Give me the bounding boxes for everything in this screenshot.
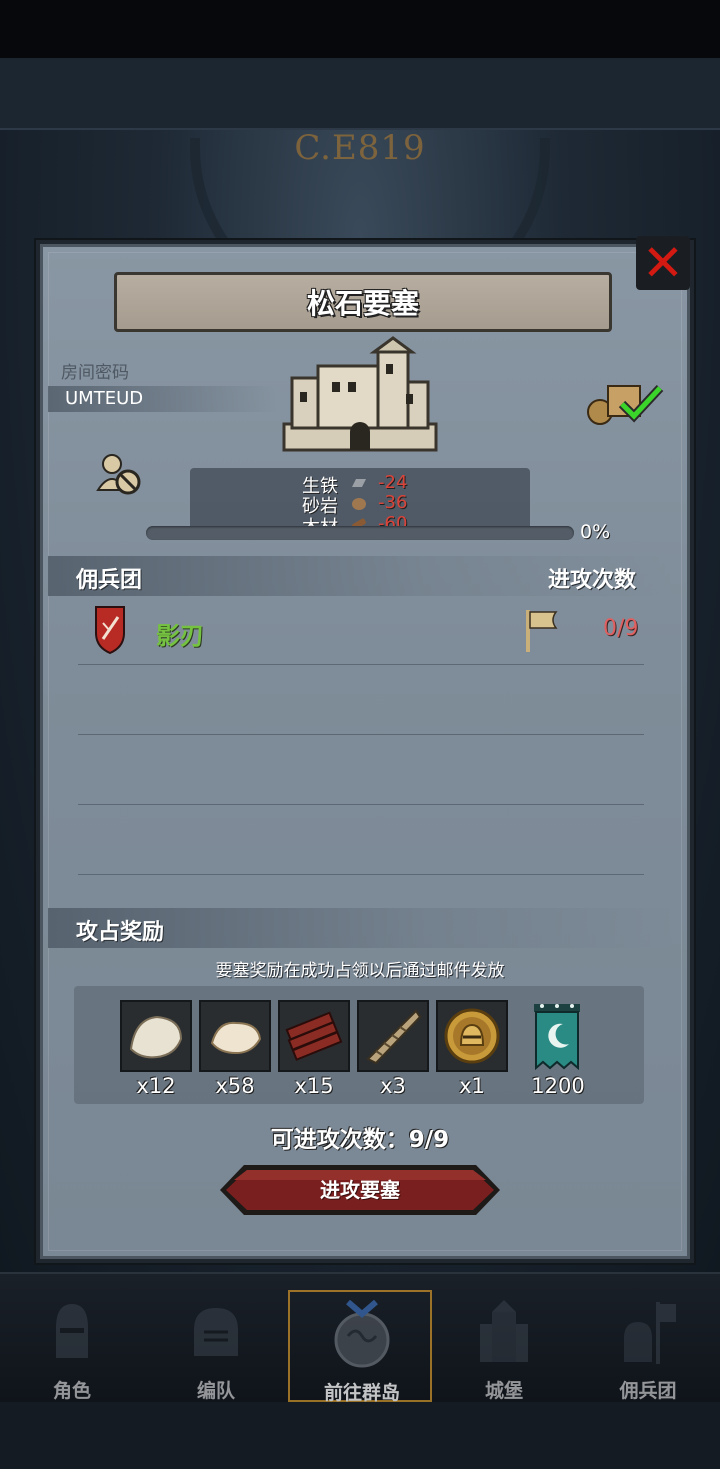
fur-pelt-icon: [129, 1015, 183, 1059]
reward-item-fur[interactable]: [120, 1000, 192, 1072]
nav-label: 编队: [196, 1380, 235, 1402]
available-attacks: 可进攻次数：9/9: [270, 1127, 450, 1153]
formation-helmet-icon: [194, 1308, 238, 1356]
iron-ingot-icon: [352, 479, 366, 487]
banner-warrior-icon: [624, 1302, 676, 1364]
dialog-title-bar: 松石要塞: [114, 272, 612, 332]
capture-progress-text: 0%: [580, 521, 611, 543]
sandstone-icon: [352, 498, 366, 510]
row-divider: [78, 734, 644, 735]
resource-value: -24: [378, 472, 408, 493]
wood-planks-icon: [285, 1011, 343, 1061]
room-password-value[interactable]: UMTEUD: [48, 386, 278, 412]
status-bar: [0, 0, 720, 58]
nav-item-formation[interactable]: 编队: [144, 1290, 288, 1402]
resource-value: -36: [378, 492, 408, 513]
reward-count: x15: [294, 1074, 334, 1098]
reward-item-horn[interactable]: [357, 1000, 429, 1072]
globe-compass-icon: [334, 1300, 390, 1368]
capture-progress-bar: [146, 526, 574, 540]
reward-count: 1200: [531, 1074, 585, 1098]
reward-count: x3: [380, 1074, 406, 1098]
mercenary-name: 影刃: [156, 622, 204, 650]
close-x-icon: ✕: [642, 234, 684, 292]
attack-fortress-label: 进攻要塞: [320, 1178, 400, 1202]
era-label: C.E819: [294, 128, 426, 168]
nav-label: 前往群岛: [323, 1382, 400, 1404]
row-divider: [78, 804, 644, 805]
nav-item-character[interactable]: 角色: [0, 1290, 144, 1402]
guild-shield-icon: [95, 606, 125, 655]
flag-icon: [526, 610, 558, 652]
castle-icon: [282, 336, 438, 452]
room-password-label: 房间密码: [61, 363, 129, 383]
nav-item-mercenary[interactable]: 佣兵团: [576, 1290, 720, 1402]
nav-item-archipelago[interactable]: 前往群岛: [288, 1290, 432, 1404]
nav-item-castle[interactable]: 城堡: [432, 1290, 576, 1402]
castle-nav-icon: [480, 1300, 528, 1362]
reward-count: x1: [459, 1074, 485, 1098]
gold-helmet-medal-icon: [444, 1008, 500, 1064]
mercenary-header: 佣兵团: [76, 568, 143, 593]
attack-count-header: 进攻次数: [548, 568, 637, 593]
supply-check-icon[interactable]: [586, 378, 666, 426]
row-divider: [78, 874, 644, 875]
knight-helmet-icon: [56, 1304, 88, 1358]
resource-row-iron: 生铁 -24: [190, 472, 530, 497]
mercenary-row[interactable]: [48, 600, 674, 662]
nav-label: 城堡: [484, 1380, 523, 1402]
twisted-horn-icon: [366, 1009, 422, 1065]
reward-item-wool[interactable]: [199, 1000, 271, 1072]
close-button[interactable]: ✕: [636, 236, 690, 290]
row-divider: [78, 664, 644, 665]
nav-label: 佣兵团: [619, 1380, 677, 1402]
reward-item-medal[interactable]: [436, 1000, 508, 1072]
attack-fortress-button[interactable]: 进攻要塞: [216, 1162, 504, 1218]
guild-banner-icon[interactable]: [532, 1000, 582, 1072]
nav-label: 角色: [52, 1380, 91, 1402]
top-banner-band: [0, 58, 720, 130]
no-player-icon[interactable]: [96, 452, 144, 498]
reward-count: x12: [136, 1074, 176, 1098]
dialog-title: 松石要塞: [306, 287, 419, 320]
resource-row-sandstone: 砂岩 -36: [190, 492, 530, 517]
reward-header: 攻占奖励: [76, 920, 165, 945]
wool-fleece-icon: [210, 1021, 262, 1055]
bottom-safe-area: [0, 1402, 720, 1469]
reward-count: x58: [215, 1074, 255, 1098]
mercenary-attack-count: 0/9: [603, 616, 639, 641]
reward-note: 要塞奖励在成功占领以后通过邮件发放: [215, 961, 505, 981]
reward-item-wood[interactable]: [278, 1000, 350, 1072]
